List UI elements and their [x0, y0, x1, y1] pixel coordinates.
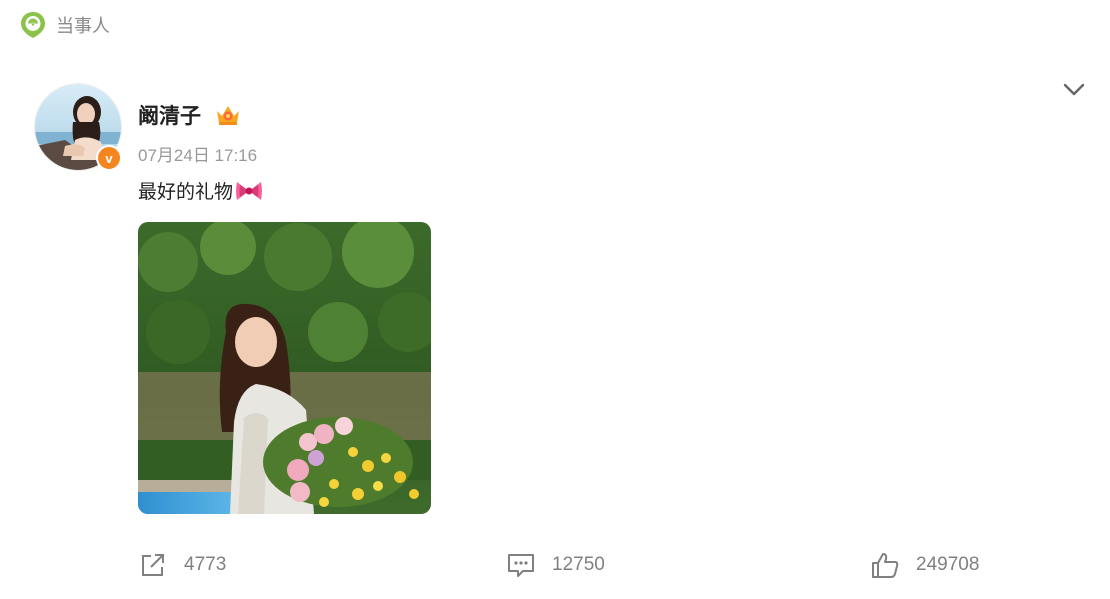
share-icon — [142, 554, 164, 576]
verified-v-icon: v — [96, 145, 122, 171]
share-count: 4773 — [184, 554, 227, 575]
share-button[interactable]: 4773 — [138, 548, 226, 582]
comment-button[interactable]: 12750 — [506, 548, 605, 582]
comment-count: 12750 — [552, 554, 605, 575]
author-avatar[interactable]: v — [34, 83, 122, 171]
like-button[interactable]: 249708 — [870, 548, 979, 582]
crown-icon[interactable] — [215, 103, 241, 127]
thumbs-up-icon — [872, 553, 899, 578]
topic-tag-label: 当事人 — [56, 16, 110, 37]
like-count: 249708 — [916, 554, 980, 575]
post-image[interactable] — [138, 222, 431, 514]
topic-tag[interactable]: 当事人 — [20, 10, 110, 40]
author-row: 阚清子 — [138, 100, 241, 130]
location-chat-icon — [21, 12, 45, 38]
comment-icon — [508, 554, 534, 577]
author-name[interactable]: 阚清子 — [138, 100, 201, 130]
weibo-post-card: 当事人 v 阚清子 07月24日 17:16 最好的礼物 4773 12750 … — [0, 0, 1110, 599]
post-timestamp[interactable]: 07月24日 17:16 — [138, 141, 257, 166]
chevron-down-icon[interactable] — [1062, 78, 1086, 102]
post-text: 最好的礼物 — [138, 177, 263, 204]
bow-emoji-icon — [236, 181, 263, 200]
post-text-content: 最好的礼物 — [138, 181, 234, 203]
